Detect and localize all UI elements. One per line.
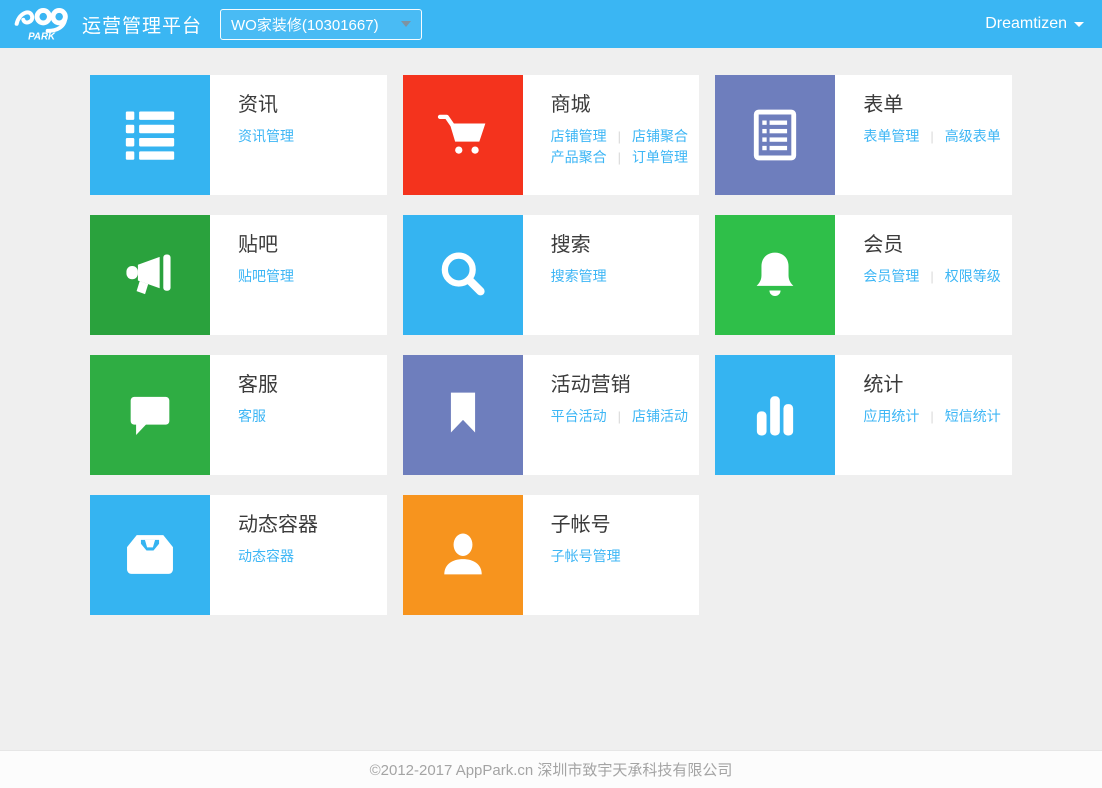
card-link[interactable]: 贴吧管理 <box>238 268 294 284</box>
card-forum-tile[interactable] <box>90 215 210 335</box>
card-news-tile[interactable] <box>90 75 210 195</box>
cart-icon <box>434 106 492 164</box>
card-link[interactable]: 子帐号管理 <box>551 548 621 564</box>
copyright-text: ©2012-2017 AppPark.cn 深圳市致宇天承科技有限公司 <box>370 759 733 780</box>
card-link[interactable]: 搜索管理 <box>551 268 607 284</box>
main-content: 资讯资讯管理 商城店铺管理 | 店铺聚合产品聚合 | 订单管理 表单表单管理 | 高级表单贴吧贴… <box>0 48 1102 750</box>
user-account-name: Dreamtizen <box>985 15 1067 33</box>
card-link-row: 应用统计 | 短信统计 <box>863 406 1000 427</box>
user-account-menu[interactable]: Dreamtizen <box>985 15 1084 33</box>
card-dynamic-container: 动态容器动态容器 <box>90 495 387 615</box>
card-link[interactable]: 店铺管理 <box>551 128 607 144</box>
card-mall: 商城店铺管理 | 店铺聚合产品聚合 | 订单管理 <box>403 75 700 195</box>
card-dynamic-container-tile[interactable] <box>90 495 210 615</box>
card-customer-service: 客服客服 <box>90 355 387 475</box>
card-link[interactable]: 短信统计 <box>945 408 1001 424</box>
link-separator: | <box>930 129 933 144</box>
bookmark-icon <box>434 386 492 444</box>
card-link[interactable]: 产品聚合 <box>551 149 607 165</box>
card-link-row: 子帐号管理 <box>551 546 621 567</box>
card-title: 搜索 <box>551 230 607 260</box>
bar-chart-icon <box>746 386 804 444</box>
search-icon <box>434 246 492 304</box>
card-link-row: 搜索管理 <box>551 266 607 287</box>
link-separator: | <box>930 269 933 284</box>
user-icon <box>434 526 492 584</box>
card-marketing-tile[interactable] <box>403 355 523 475</box>
app-selector-value: WO家装修(10301667) <box>231 14 379 35</box>
card-link-row: 产品聚合 | 订单管理 <box>551 147 688 168</box>
card-forum: 贴吧贴吧管理 <box>90 215 387 335</box>
card-link-row: 会员管理 | 权限等级 <box>863 266 1000 287</box>
card-link[interactable]: 动态容器 <box>238 548 294 564</box>
form-icon <box>746 106 804 164</box>
apppark-logo: PARK <box>14 1 76 48</box>
card-link-row: 资讯管理 <box>238 126 294 147</box>
card-link[interactable]: 店铺活动 <box>632 408 688 424</box>
card-title: 活动营销 <box>551 370 688 400</box>
card-link[interactable]: 权限等级 <box>945 268 1001 284</box>
card-title: 动态容器 <box>238 510 318 540</box>
card-link[interactable]: 会员管理 <box>863 268 919 284</box>
card-link[interactable]: 表单管理 <box>863 128 919 144</box>
link-separator: | <box>930 409 933 424</box>
card-statistics-tile[interactable] <box>715 355 835 475</box>
card-search-tile[interactable] <box>403 215 523 335</box>
card-statistics: 统计应用统计 | 短信统计 <box>715 355 1012 475</box>
chat-icon <box>121 386 179 444</box>
top-navbar: PARK 运营管理平台 WO家装修(10301667) Dreamtizen <box>0 0 1102 48</box>
card-title: 资讯 <box>238 90 294 120</box>
chevron-down-icon <box>401 21 411 27</box>
card-news: 资讯资讯管理 <box>90 75 387 195</box>
card-link-row: 贴吧管理 <box>238 266 294 287</box>
link-separator: | <box>618 129 621 144</box>
link-separator: | <box>618 409 621 424</box>
card-title: 子帐号 <box>551 510 621 540</box>
card-title: 客服 <box>238 370 278 400</box>
card-search: 搜索搜索管理 <box>403 215 700 335</box>
svg-text:PARK: PARK <box>28 31 56 42</box>
card-title: 商城 <box>551 90 688 120</box>
card-members-tile[interactable] <box>715 215 835 335</box>
card-link[interactable]: 资讯管理 <box>238 128 294 144</box>
card-title: 贴吧 <box>238 230 294 260</box>
inbox-icon <box>121 526 179 584</box>
card-title: 会员 <box>863 230 1000 260</box>
card-link-row: 店铺管理 | 店铺聚合 <box>551 126 688 147</box>
card-link-row: 表单管理 | 高级表单 <box>863 126 1000 147</box>
card-mall-tile[interactable] <box>403 75 523 195</box>
card-link[interactable]: 订单管理 <box>632 149 688 165</box>
card-customer-service-tile[interactable] <box>90 355 210 475</box>
bell-icon <box>746 246 804 304</box>
module-grid: 资讯资讯管理 商城店铺管理 | 店铺聚合产品聚合 | 订单管理 表单表单管理 | 高级表单贴吧贴… <box>90 75 1012 615</box>
card-sub-accounts-tile[interactable] <box>403 495 523 615</box>
card-forms-tile[interactable] <box>715 75 835 195</box>
card-members: 会员会员管理 | 权限等级 <box>715 215 1012 335</box>
card-link[interactable]: 高级表单 <box>945 128 1001 144</box>
card-title: 统计 <box>863 370 1000 400</box>
platform-title: 运营管理平台 <box>82 11 202 38</box>
list-icon <box>121 106 179 164</box>
link-separator: | <box>618 150 621 165</box>
card-link[interactable]: 店铺聚合 <box>632 128 688 144</box>
card-link[interactable]: 应用统计 <box>863 408 919 424</box>
card-marketing: 活动营销平台活动 | 店铺活动 <box>403 355 700 475</box>
card-link-row: 客服 <box>238 406 278 427</box>
card-link-row: 动态容器 <box>238 546 318 567</box>
megaphone-icon <box>121 246 179 304</box>
card-link-row: 平台活动 | 店铺活动 <box>551 406 688 427</box>
chevron-down-icon <box>1074 22 1084 27</box>
brand: PARK 运营管理平台 <box>14 1 202 48</box>
card-sub-accounts: 子帐号子帐号管理 <box>403 495 700 615</box>
app-selector-dropdown[interactable]: WO家装修(10301667) <box>220 9 422 40</box>
card-forms: 表单表单管理 | 高级表单 <box>715 75 1012 195</box>
page-footer: ©2012-2017 AppPark.cn 深圳市致宇天承科技有限公司 <box>0 750 1102 788</box>
card-title: 表单 <box>863 90 1000 120</box>
card-link[interactable]: 平台活动 <box>551 408 607 424</box>
card-link[interactable]: 客服 <box>238 408 266 424</box>
